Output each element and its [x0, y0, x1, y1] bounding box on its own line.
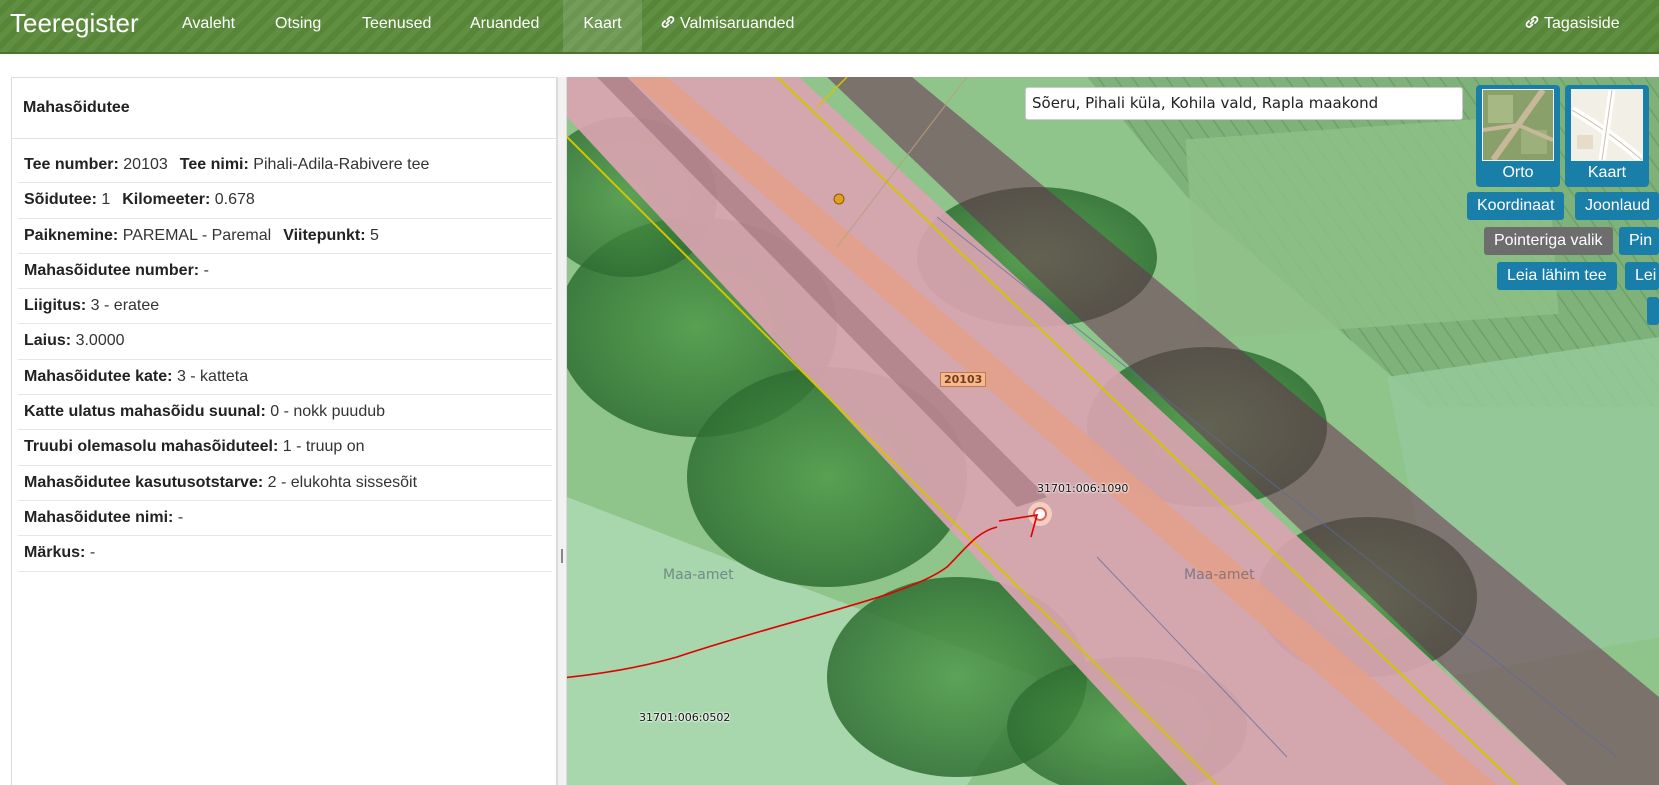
map-tool-button[interactable]	[1647, 297, 1659, 325]
brand-logo[interactable]: Teeregister	[10, 8, 139, 39]
attr-value: -	[89, 544, 96, 562]
attr-label: Mahasõidutee number:	[24, 261, 200, 279]
attr-value: 1 - truup on	[282, 438, 365, 456]
nav-aruanded[interactable]: Aruanded	[452, 0, 557, 52]
attr-value: 2 - elukohta sissesõit	[267, 473, 418, 491]
attribute-row: Mahasõidutee kate: 3 - katteta	[18, 360, 552, 396]
attr-label: Mahasõidutee kate:	[24, 367, 173, 385]
attr-value: 0 - nokk puudub	[270, 403, 386, 421]
nav-otsing[interactable]: Otsing	[257, 0, 339, 52]
grip-icon	[561, 549, 563, 563]
attr-value: 1	[101, 191, 111, 209]
attribute-row: Truubi olemasolu mahasõiduteel: 1 - truu…	[18, 430, 552, 466]
attr-label: Paiknemine:	[24, 226, 119, 244]
watermark: Maa-amet	[1184, 567, 1255, 583]
nav-tagasiside[interactable]: Tagasiside	[1506, 0, 1638, 52]
attribute-row: Laius: 3.0000	[18, 324, 552, 360]
attr-label: Tee nimi:	[179, 156, 249, 173]
lei-button[interactable]: Lei	[1625, 262, 1659, 290]
nav-valmisaruanded-label: Valmisaruanded	[680, 15, 795, 32]
layer-orto-button[interactable]: Orto	[1476, 85, 1560, 187]
map-view[interactable]: 20103 31701:006:1090 31701:006:0502 Maa-…	[567, 77, 1659, 785]
layer-orto-label: Orto	[1502, 164, 1534, 181]
attribute-row: Tee number: 20103 Tee nimi: Pihali-Adila-…	[18, 148, 552, 184]
attr-label: Kilomeeter:	[122, 191, 211, 209]
top-navbar: Teeregister Avaleht Otsing Teenused Arua…	[0, 0, 1659, 54]
attr-value: 20103	[123, 156, 168, 173]
attribute-row: Katte ulatus mahasõidu suunal: 0 - nokk …	[18, 395, 552, 431]
attribute-row: Paiknemine: PAREMAL - Paremal Viitepunkt:…	[18, 219, 552, 254]
watermark: Maa-amet	[663, 567, 734, 583]
parcel-label: 31701:006:0502	[639, 711, 731, 724]
pin-button[interactable]: Pin	[1619, 227, 1659, 255]
pointer-select-button[interactable]: Pointeriga valik	[1484, 227, 1613, 255]
road-number-label: 20103	[940, 372, 987, 387]
link-icon	[1524, 15, 1544, 32]
attr-value: 3.0000	[75, 332, 125, 350]
nav-avaleht[interactable]: Avaleht	[164, 0, 253, 52]
attr-label: Sõidutee:	[24, 191, 97, 209]
attr-value: 0.678	[214, 191, 255, 209]
attr-value: 5	[370, 226, 379, 244]
attr-value: -	[177, 508, 184, 526]
attribute-row: Liigitus: 3 - eratee	[18, 289, 552, 325]
attr-label: Märkus:	[24, 544, 86, 562]
parcel-label: 31701:006:1090	[1037, 482, 1129, 495]
link-icon	[660, 15, 680, 32]
attr-label: Laius:	[24, 332, 72, 350]
attr-label: Liigitus:	[24, 297, 87, 315]
nav-valmisaruanded[interactable]: Valmisaruanded	[642, 0, 812, 52]
map-thumbnail-icon	[1571, 89, 1643, 161]
panel-resize-handle[interactable]	[557, 77, 567, 785]
attr-label: Tee number:	[24, 156, 119, 173]
attribute-row: Mahasõidutee kasutusotstarve: 2 - elukoh…	[18, 466, 552, 501]
attr-value: Pihali-Adila-Rabivere tee	[253, 156, 430, 173]
nav-tagasiside-label: Tagasiside	[1544, 15, 1620, 32]
attr-value: PAREMAL - Paremal	[122, 226, 272, 244]
attr-value: -	[203, 261, 209, 279]
attr-label: Mahasõidutee nimi:	[24, 508, 174, 526]
info-panel: Mahasõidutee Tee number: 20103 Tee nimi: …	[11, 77, 557, 785]
ruler-button[interactable]: Joonlaud	[1575, 192, 1659, 220]
nav-kaart[interactable]: Kaart	[563, 0, 642, 52]
attribute-row: Sõidutee: 1 Kilomeeter: 0.678	[18, 183, 552, 219]
attr-value: 3 - katteta	[176, 367, 249, 385]
attribute-list: Tee number: 20103 Tee nimi: Pihali-Adila-…	[18, 148, 552, 572]
layer-kaart-label: Kaart	[1587, 164, 1627, 181]
layer-kaart-button[interactable]: Kaart	[1565, 85, 1649, 187]
attr-label: Truubi olemasolu mahasõiduteel:	[24, 438, 279, 456]
attribute-row: Mahasõidutee nimi: -	[18, 501, 552, 537]
attr-label: Mahasõidutee kasutusotstarve:	[24, 473, 264, 491]
find-nearest-road-button[interactable]: Leia lähim tee	[1497, 262, 1617, 290]
attribute-row: Märkus: -	[18, 536, 552, 572]
panel-title: Mahasõidutee	[12, 78, 556, 139]
attr-value: 3 - eratee	[90, 297, 160, 315]
orto-thumbnail-icon	[1482, 89, 1554, 161]
attr-label: Viitepunkt:	[283, 226, 366, 244]
coordinate-button[interactable]: Koordinaat	[1467, 192, 1565, 220]
attribute-row: Mahasõidutee number: -	[18, 254, 552, 290]
nav-teenused[interactable]: Teenused	[344, 0, 449, 52]
attr-label: Katte ulatus mahasõidu suunal:	[24, 403, 266, 421]
map-search-input[interactable]: Sõeru, Pihali küla, Kohila vald, Rapla m…	[1025, 87, 1463, 120]
